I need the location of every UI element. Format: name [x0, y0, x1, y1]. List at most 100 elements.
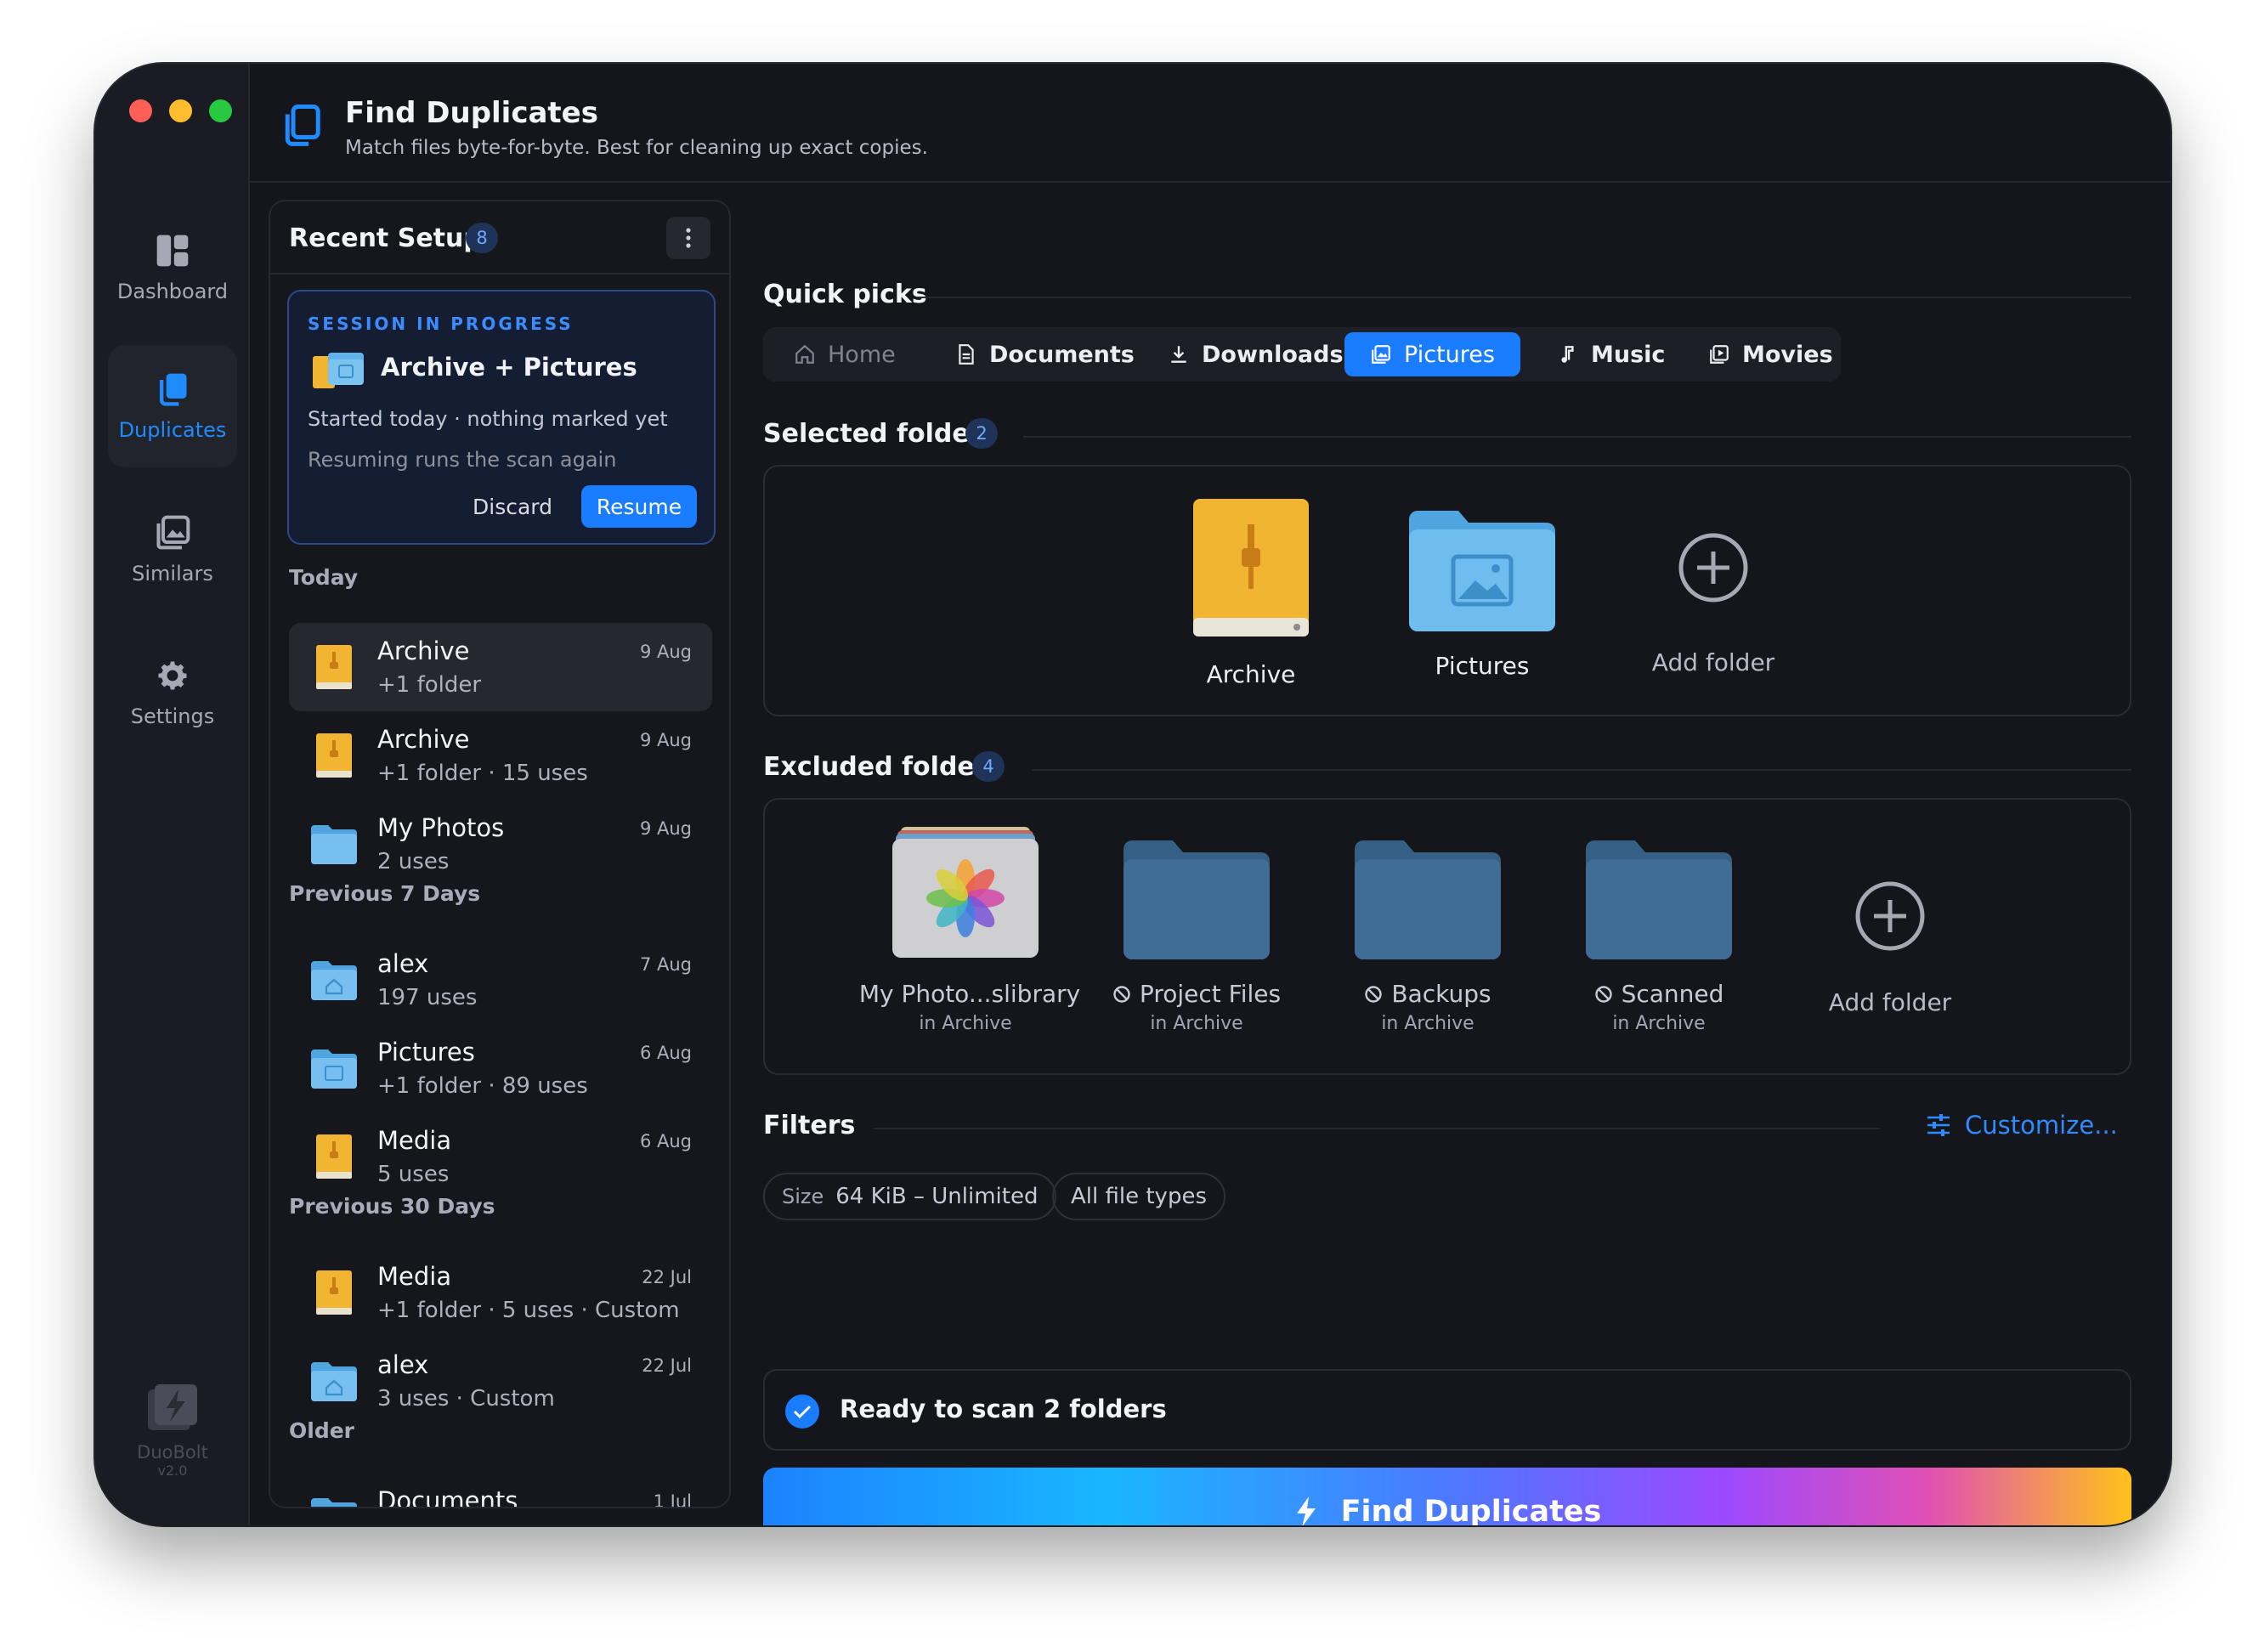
lightning-bolt-icon	[1296, 1496, 1316, 1525]
recent-item[interactable]: Archive +1 folder 9 Aug	[289, 623, 712, 711]
plus-circle-icon	[1855, 881, 1925, 951]
recent-item[interactable]: Archive +1 folder · 15 uses 9 Aug	[289, 711, 712, 800]
selected-folder-archive[interactable]: Archive	[1142, 499, 1360, 688]
recent-item-name: Media	[377, 1262, 452, 1291]
nav-dashboard[interactable]: Dashboard	[108, 206, 237, 329]
nav-settings[interactable]: Settings	[108, 631, 237, 754]
file-types-filter-chip[interactable]: All file types	[1052, 1173, 1225, 1220]
quick-pick-downloads[interactable]: Downloads	[1142, 332, 1369, 376]
folder-icon	[311, 825, 357, 864]
customize-filters-button[interactable]: Customize...	[1926, 1111, 2118, 1140]
close-window-button[interactable]	[129, 99, 152, 122]
recent-item[interactable]: Pictures +1 folder · 89 uses 6 Aug	[289, 1024, 712, 1112]
excluded-folder-location: in Archive	[1612, 1013, 1706, 1034]
recent-setups-panel: Recent Setups 8 SESSION IN PROGRESS Arch…	[269, 200, 731, 1508]
nav-dashboard-label: Dashboard	[116, 280, 229, 303]
recent-item-date: 9 Aug	[639, 818, 692, 839]
size-filter-chip[interactable]: Size 64 KiB – Unlimited	[763, 1173, 1057, 1220]
more-options-button[interactable]	[666, 217, 710, 259]
excluded-folder-location: in Archive	[1150, 1013, 1243, 1034]
music-note-icon	[1561, 346, 1574, 363]
scan-status-text: Ready to scan 2 folders	[840, 1395, 1167, 1423]
add-folder-label: Add folder	[1651, 648, 1775, 676]
excluded-folder-name: My Photo...slibrary	[858, 980, 1081, 1008]
photos-library-icon	[892, 827, 1039, 958]
quick-pick-home[interactable]: Home	[768, 332, 921, 376]
kebab-menu-icon	[686, 228, 691, 248]
recent-item[interactable]: Media 5 uses 6 Aug	[289, 1112, 712, 1201]
selected-folder-name: Archive	[1206, 660, 1296, 688]
home-icon	[795, 344, 814, 364]
minimize-window-button[interactable]	[169, 99, 192, 122]
group-label-today: Today	[289, 565, 359, 590]
nav-duplicates-label: Duplicates	[118, 418, 227, 442]
gear-icon	[158, 661, 187, 690]
zoom-window-button[interactable]	[209, 99, 232, 122]
quick-pick-movies-label: Movies	[1742, 341, 1833, 368]
resume-button[interactable]: Resume	[581, 485, 697, 528]
excluded-folder-location: in Archive	[919, 1013, 1012, 1034]
duplicates-icon	[159, 373, 187, 406]
recent-item-date: 6 Aug	[639, 1043, 692, 1063]
find-duplicates-label: Find Duplicates	[1340, 1495, 1602, 1525]
plus-circle-icon	[1678, 533, 1748, 603]
quick-pick-music[interactable]: Music	[1531, 332, 1690, 376]
nav-duplicates[interactable]: Duplicates	[108, 345, 237, 467]
recent-item-meta: 2 uses	[377, 849, 450, 874]
archive-drive-icon	[316, 1270, 352, 1315]
excluded-folders-box: My Photo...slibrary in Archive Project F…	[763, 798, 2131, 1075]
archive-pictures-icon	[313, 353, 364, 388]
folder-icon	[311, 1498, 357, 1507]
selected-folder-pictures[interactable]: Pictures	[1373, 507, 1591, 680]
customize-label: Customize...	[1965, 1111, 2118, 1140]
nav-settings-label: Settings	[130, 704, 215, 728]
main-content: Quick picks Home Documents Downloads Pic…	[763, 183, 2171, 1525]
excluded-folder-name-row: Backups	[1319, 980, 1537, 1008]
quick-pick-documents-label: Documents	[989, 341, 1135, 368]
recent-item[interactable]: My Photos 2 uses 9 Aug	[289, 800, 712, 888]
divider	[1032, 769, 2131, 771]
pictures-folder-icon	[311, 1049, 357, 1089]
recent-item[interactable]: alex 197 uses 7 Aug	[289, 936, 712, 1024]
folder-icon	[1124, 840, 1270, 959]
document-icon	[959, 344, 974, 365]
session-label: SESSION IN PROGRESS	[308, 314, 574, 334]
excluded-folder[interactable]: Project Files in Archive	[1088, 837, 1305, 1034]
recent-item[interactable]: Media +1 folder · 5 uses · Custom 22 Jul	[289, 1248, 712, 1337]
prohibited-icon	[1113, 985, 1130, 1003]
add-excluded-folder-button[interactable]: Add folder	[1781, 880, 1999, 1016]
recent-setups-count: 8	[466, 223, 498, 253]
recent-item-date: 9 Aug	[639, 730, 692, 750]
quick-pick-pictures-label: Pictures	[1404, 341, 1495, 368]
excluded-folder[interactable]: My Photo...slibrary in Archive	[857, 825, 1080, 1034]
page-subtitle: Match files byte-for-byte. Best for clea…	[345, 137, 928, 159]
discard-button[interactable]: Discard	[466, 485, 559, 528]
quick-pick-documents[interactable]: Documents	[930, 332, 1160, 376]
session-title: Archive + Pictures	[381, 353, 637, 382]
excluded-folder[interactable]: Backups in Archive	[1319, 837, 1537, 1034]
find-duplicates-button[interactable]: Find Duplicates	[763, 1468, 2131, 1525]
similars-icon	[156, 515, 190, 550]
group-label-older: Older	[289, 1418, 355, 1443]
quick-pick-pictures[interactable]: Pictures	[1344, 332, 1520, 376]
quick-pick-movies[interactable]: Movies	[1683, 332, 1859, 376]
recent-item-name: Archive	[377, 636, 470, 665]
check-icon	[785, 1395, 819, 1429]
recent-item-name: Pictures	[377, 1038, 475, 1066]
divider	[874, 1128, 1880, 1129]
home-folder-icon	[311, 961, 357, 1000]
folder-icon	[1355, 840, 1501, 959]
add-selected-folder-button[interactable]: Add folder	[1605, 531, 1822, 676]
recent-item[interactable]: Documents 1 Jul	[289, 1473, 712, 1508]
nav-similars[interactable]: Similars	[108, 489, 237, 611]
pictures-folder-icon	[1409, 511, 1555, 631]
recent-item-date: 1 Jul	[653, 1491, 692, 1508]
excluded-folder[interactable]: Scanned in Archive	[1550, 837, 1768, 1034]
recent-item[interactable]: alex 3 uses · Custom 22 Jul	[289, 1337, 712, 1425]
quick-pick-music-label: Music	[1591, 341, 1666, 368]
quick-pick-home-label: Home	[828, 341, 896, 368]
recent-item-date: 22 Jul	[642, 1355, 692, 1376]
group-label-previous-7-days: Previous 7 Days	[289, 881, 481, 906]
excluded-folder-name: Backups	[1391, 980, 1491, 1008]
recent-item-date: 6 Aug	[639, 1131, 692, 1151]
